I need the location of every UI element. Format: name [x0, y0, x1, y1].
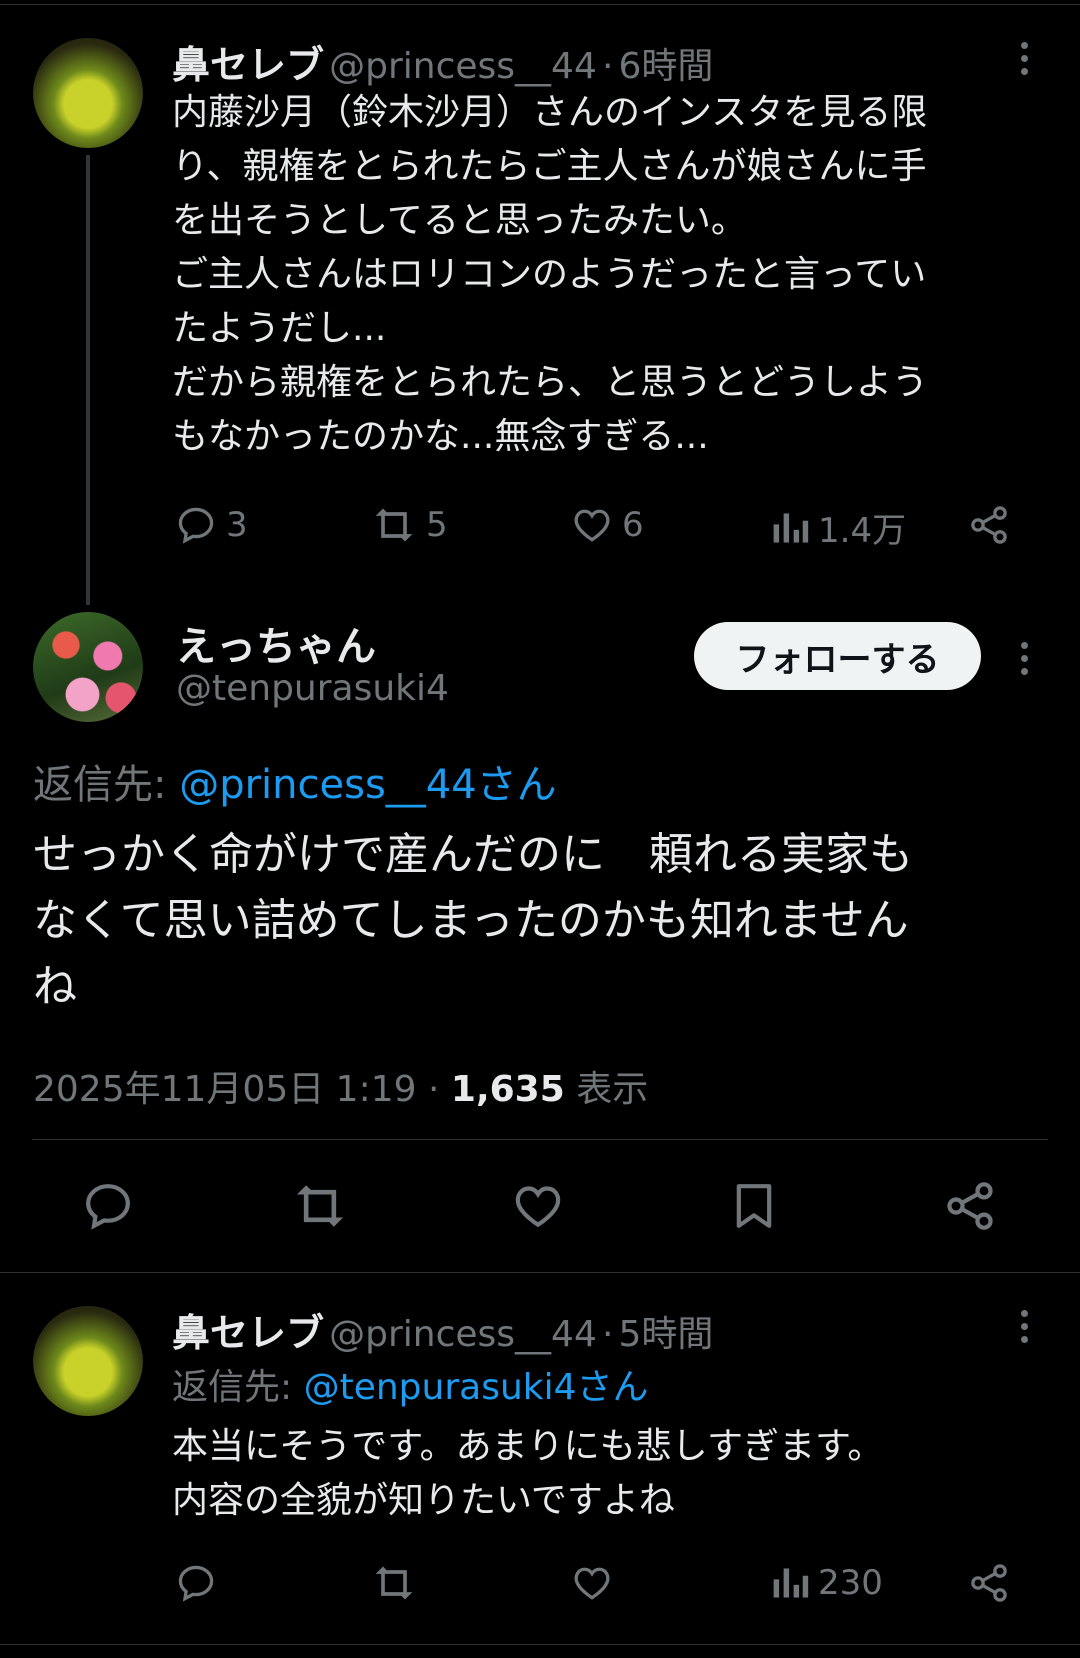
divider: [0, 1644, 1080, 1645]
display-name[interactable]: 鼻セレブ: [172, 1311, 324, 1355]
share-icon: [942, 1178, 998, 1234]
retweet-count: 5: [426, 505, 448, 545]
views-count: 1,635: [450, 1069, 565, 1110]
heart-icon: [510, 1178, 566, 1234]
more-options-icon[interactable]: [1021, 642, 1029, 681]
reply-to-label: 返信先:: [33, 762, 167, 808]
retweet-icon: [290, 1178, 350, 1234]
retweet-icon: [370, 503, 418, 547]
views-count: 230: [818, 1563, 883, 1603]
share-button[interactable]: [967, 1561, 1011, 1605]
reply-count: 3: [226, 505, 248, 545]
reply-icon: [174, 1561, 218, 1605]
analytics-icon: [770, 506, 810, 550]
reply-button[interactable]: [174, 1561, 218, 1605]
tweet-text: せっかく命がけで産んだのに 頼れる実家も なくて思い詰めてしまったのかも知れませ…: [33, 829, 913, 1012]
tweet-header: 鼻セレブ @princess__44 · 5時間: [172, 1302, 713, 1357]
reply-to-link[interactable]: @tenpurasuki4さん: [304, 1367, 649, 1408]
views-button[interactable]: 1.4万: [770, 503, 906, 552]
bookmark-button[interactable]: [726, 1178, 782, 1234]
divider: [32, 1139, 1048, 1140]
tweet-meta: 2025年11月05日 1:19 · 1,635 表示: [33, 1060, 648, 1112]
reply-button[interactable]: 3: [174, 503, 248, 547]
share-button[interactable]: [967, 503, 1011, 547]
reply-context: 返信先: @princess__44さん: [33, 752, 557, 810]
more-options-icon[interactable]: [1021, 42, 1029, 81]
separator: ·: [601, 1314, 614, 1355]
retweet-button[interactable]: 5: [370, 503, 448, 547]
like-count: 6: [622, 505, 644, 545]
views-count: 1.4万: [818, 511, 907, 551]
like-button[interactable]: [570, 1561, 614, 1605]
tweet-text: 本当にそうです。あまりにも悲しすぎます。 内容の全貌が知りたいですよね: [172, 1426, 884, 1521]
share-icon: [967, 503, 1011, 547]
heart-icon: [570, 503, 614, 547]
avatar[interactable]: [33, 38, 143, 148]
reply-context: 返信先: @tenpurasuki4さん: [172, 1358, 649, 1410]
views-label: 表示: [576, 1069, 649, 1110]
reply-button[interactable]: [80, 1178, 136, 1234]
top-divider: [0, 4, 1080, 5]
separator: ·: [427, 1069, 440, 1110]
separator: ·: [601, 46, 614, 87]
heart-icon: [570, 1561, 614, 1605]
post-date[interactable]: 2025年11月05日 1:19: [33, 1069, 417, 1110]
share-button[interactable]: [942, 1178, 998, 1234]
like-button[interactable]: [510, 1178, 566, 1234]
reply-to-link[interactable]: @princess__44さん: [179, 762, 556, 808]
avatar[interactable]: [33, 1306, 143, 1416]
reply-icon: [174, 503, 218, 547]
tweet-header: 鼻セレブ @princess__44 · 6時間: [172, 34, 713, 89]
more-options-icon[interactable]: [1021, 1310, 1029, 1349]
timestamp[interactable]: 5時間: [618, 1314, 713, 1355]
thread-line: [86, 155, 90, 605]
display-name[interactable]: 鼻セレブ: [172, 43, 324, 87]
reply-to-label: 返信先:: [172, 1367, 293, 1408]
analytics-icon: [770, 1561, 810, 1605]
user-handle[interactable]: @princess__44: [329, 1314, 597, 1355]
like-button[interactable]: 6: [570, 503, 644, 547]
bookmark-icon: [726, 1178, 782, 1234]
divider: [0, 1272, 1080, 1273]
user-handle[interactable]: @princess__44: [329, 46, 597, 87]
display-name[interactable]: えっちゃん: [176, 614, 376, 672]
follow-button[interactable]: フォローする: [694, 622, 981, 690]
reply-icon: [80, 1178, 136, 1234]
retweet-button[interactable]: [370, 1561, 418, 1605]
timestamp[interactable]: 6時間: [618, 46, 713, 87]
views-button[interactable]: 230: [770, 1561, 883, 1605]
retweet-icon: [370, 1561, 418, 1605]
share-icon: [967, 1561, 1011, 1605]
user-handle[interactable]: @tenpurasuki4: [176, 668, 449, 709]
avatar[interactable]: [33, 612, 143, 722]
tweet-text: 内藤沙月（鈴木沙月）さんのインスタを見る限 り、親権をとられたらご主人さんが娘さ…: [172, 92, 929, 457]
retweet-button[interactable]: [290, 1178, 350, 1234]
